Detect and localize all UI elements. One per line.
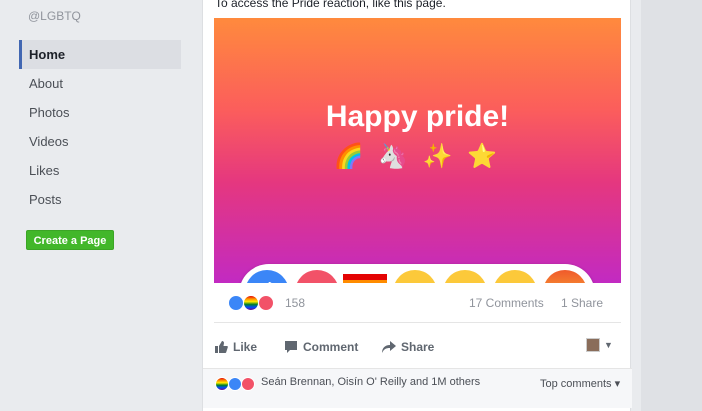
top-comments-dropdown[interactable]: Top comments ▾ [540, 377, 620, 390]
comment-label: Comment [303, 340, 359, 354]
image-emojis: 🌈 🦄 ✨ ⭐ [333, 143, 502, 170]
haha-reaction-icon[interactable] [393, 270, 437, 283]
like-mini-icon [228, 295, 244, 311]
post-footer: Seán Brennan, Oisín O' Reilly and 1M oth… [203, 368, 632, 408]
share-label: Share [401, 340, 435, 354]
comment-icon [285, 341, 297, 353]
wow-reaction-icon[interactable] [443, 270, 487, 283]
nav-item-photos[interactable]: Photos [19, 98, 181, 127]
reactions-bar [239, 264, 595, 283]
like-label: Like [233, 340, 258, 354]
create-page-button[interactable]: Create a Page [26, 230, 114, 250]
nav-item-likes[interactable]: Likes [19, 156, 181, 185]
share-arrow-icon [382, 341, 396, 353]
share-count[interactable]: 1 Share [561, 296, 603, 310]
post-actions: Like Comment Share ▼ [214, 336, 621, 360]
pride-mini-icon [243, 295, 259, 311]
pride-mini-icon [215, 377, 229, 391]
post-card: To access the Pride reaction, like this … [202, 0, 632, 411]
nav-item-posts[interactable]: Posts [19, 185, 181, 214]
like-mini-icon [228, 377, 242, 391]
comment-button[interactable]: Comment [284, 340, 358, 354]
angry-reaction-icon[interactable] [543, 270, 587, 283]
page-handle: @LGBTQ [28, 9, 81, 23]
right-column [641, 0, 702, 411]
like-reaction-icon[interactable] [245, 270, 289, 283]
comments-count[interactable]: 17 Comments [469, 296, 544, 310]
post-text: To access the Pride reaction, like this … [215, 0, 446, 10]
post-image[interactable]: Happy pride! 🌈 🦄 ✨ ⭐ [214, 18, 621, 283]
nav-item-about[interactable]: About [19, 69, 181, 98]
chevron-down-icon[interactable]: ▼ [604, 340, 613, 350]
pride-flag-reaction-icon[interactable] [343, 274, 387, 283]
share-button[interactable]: Share [382, 340, 434, 354]
image-headline: Happy pride! [325, 100, 510, 133]
nav-item-videos[interactable]: Videos [19, 127, 181, 156]
sad-reaction-icon[interactable] [493, 270, 537, 283]
reaction-count[interactable]: 158 [285, 296, 305, 310]
love-mini-icon [258, 295, 274, 311]
avatar[interactable] [586, 338, 600, 352]
thumbs-up-icon [215, 341, 228, 353]
left-sidebar: @LGBTQ Home About Photos Videos Likes Po… [0, 0, 193, 411]
love-mini-icon [241, 377, 255, 391]
post-stats: 158 17 Comments 1 Share [214, 287, 621, 323]
love-reaction-icon[interactable] [295, 270, 339, 283]
like-button[interactable]: Like [214, 340, 257, 354]
nav-item-home[interactable]: Home [19, 40, 181, 69]
page-nav: Home About Photos Videos Likes Posts [19, 40, 181, 214]
reactors-names[interactable]: Seán Brennan, Oisín O' Reilly and 1M oth… [261, 376, 480, 388]
